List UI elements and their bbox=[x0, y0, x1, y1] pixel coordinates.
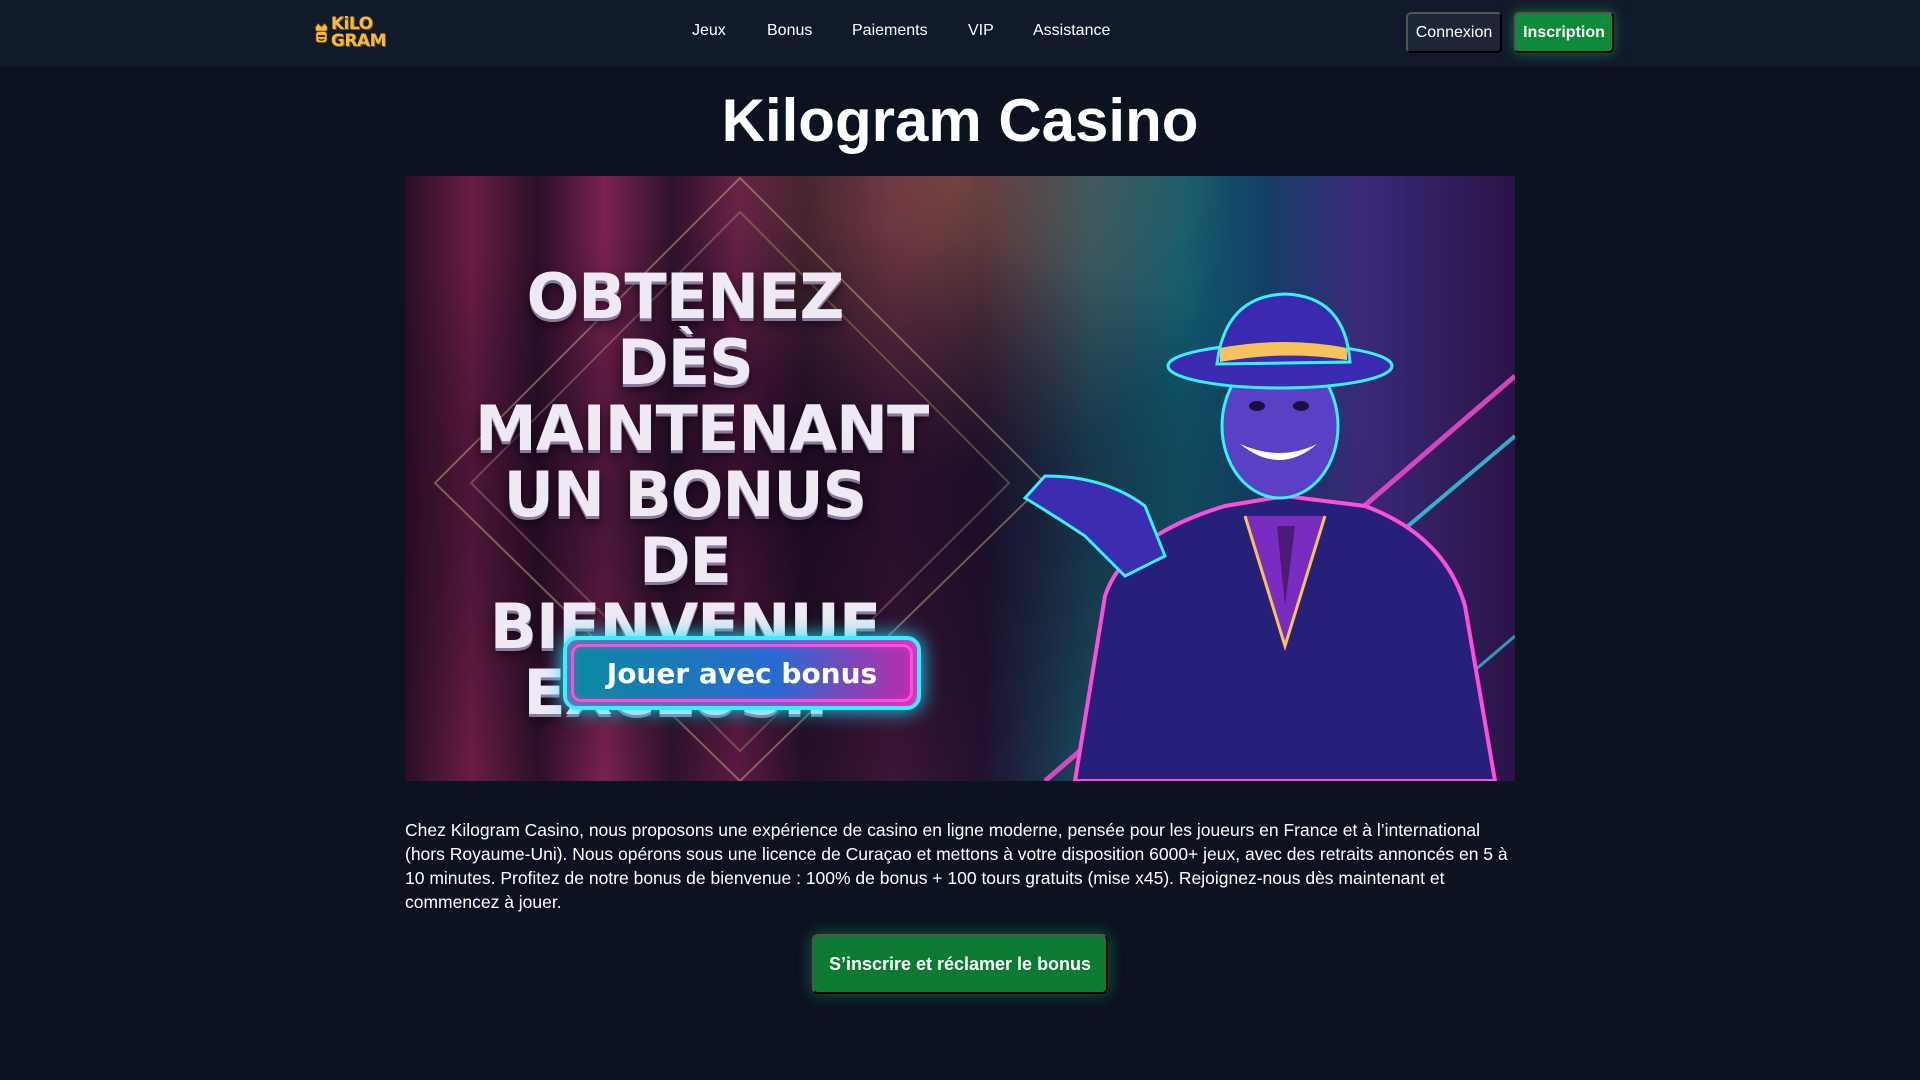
signup-button[interactable]: Inscription bbox=[1514, 12, 1614, 53]
login-button[interactable]: Connexion bbox=[1406, 12, 1502, 53]
character-pointing-hand bbox=[1022, 474, 1167, 578]
page-title: Kilogram Casino bbox=[721, 87, 1199, 154]
nav-link-jeux[interactable]: Jeux bbox=[692, 22, 726, 40]
top-navigation-bar: KiLO GRAM Jeux Bonus Paiements VIP Assis… bbox=[0, 0, 1920, 66]
hero-headline-line: MAINTENANT bbox=[475, 392, 929, 465]
nav-link-paiements[interactable]: Paiements bbox=[852, 22, 928, 40]
nav-link-assistance[interactable]: Assistance bbox=[1033, 22, 1110, 40]
nav-link-vip[interactable]: VIP bbox=[968, 22, 994, 40]
hero-headline-line: OBTENEZ DÈS bbox=[526, 260, 845, 399]
claim-bonus-button[interactable]: S’inscrire et réclamer le bonus bbox=[812, 934, 1108, 994]
hero-cta-label: Jouer avec bonus bbox=[606, 656, 878, 690]
logo-text-bottom: GRAM bbox=[330, 31, 387, 51]
character-eye-left bbox=[1249, 401, 1265, 411]
hero-banner[interactable]: OBTENEZ DÈS MAINTENANT UN BONUS DE BIENV… bbox=[405, 176, 1515, 781]
character-eye-right bbox=[1293, 401, 1309, 411]
nav-link-bonus[interactable]: Bonus bbox=[767, 22, 812, 40]
main-nav: Jeux Bonus Paiements VIP Assistance bbox=[0, 0, 1920, 66]
intro-paragraph: Chez Kilogram Casino, nous proposons une… bbox=[405, 820, 1508, 912]
play-with-bonus-button[interactable]: Jouer avec bonus bbox=[563, 636, 921, 710]
hero-headline-line: UN BONUS DE bbox=[503, 458, 868, 597]
crown-mascot-icon bbox=[314, 23, 328, 43]
kilogram-logo[interactable]: KiLO GRAM bbox=[314, 14, 387, 52]
